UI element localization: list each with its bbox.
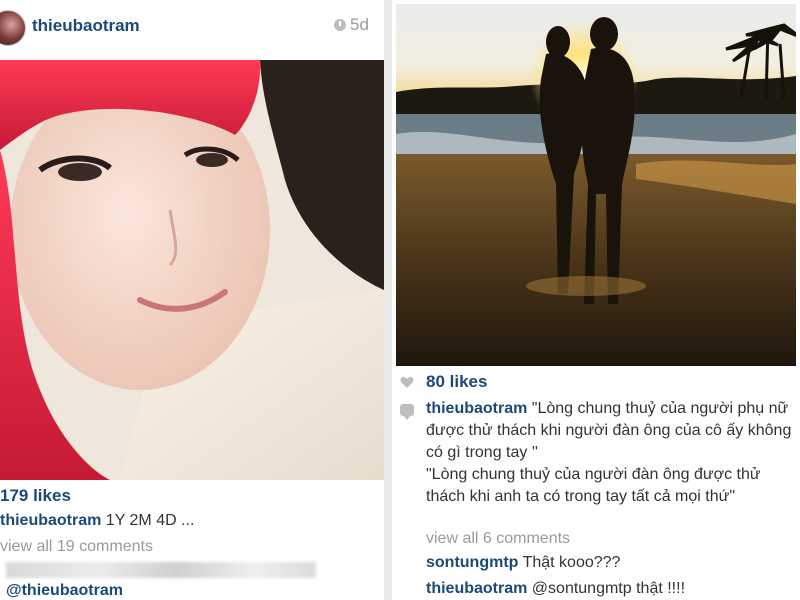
view-all-comments-link[interactable]: view all 19 comments [0, 538, 153, 556]
caption: thieubaotram "Lòng chung thuỷ của người … [426, 398, 796, 508]
avatar[interactable] [0, 10, 26, 46]
heart-icon[interactable] [400, 376, 414, 389]
comment-row: thieubaotram @sontungmtp thật !!!! [426, 580, 685, 598]
left-post-card: thieubaotram 5d 179 likes thieubaotram 1… [0, 0, 384, 600]
right-post-photo[interactable] [396, 4, 796, 366]
post-username[interactable]: thieubaotram [32, 16, 140, 36]
comment-username[interactable]: sontungmtp [426, 554, 518, 571]
comment-text: Thật kooo??? [522, 554, 621, 571]
blurred-comment [6, 562, 316, 578]
comment-username[interactable]: thieubaotram [426, 580, 527, 597]
clock-icon [334, 19, 346, 31]
caption-text-2: "Lòng chung thuỷ của người đàn ông được … [426, 466, 761, 505]
caption-line-1: thieubaotram "Lòng chung thuỷ của người … [426, 398, 796, 464]
left-post-header: thieubaotram 5d [0, 0, 384, 60]
right-post-card: 80 likes thieubaotram "Lòng chung thuỷ c… [392, 0, 800, 600]
caption-username[interactable]: thieubaotram [426, 400, 527, 417]
comment-row: sontungmtp Thật kooo??? [426, 554, 620, 572]
post-age: 5d [350, 15, 369, 34]
caption: thieubaotram 1Y 2M 4D ... [0, 512, 194, 530]
left-post-photo[interactable] [0, 60, 384, 480]
like-count[interactable]: 80 likes [426, 372, 487, 392]
like-count[interactable]: 179 likes [0, 486, 71, 506]
caption-text: 1Y 2M 4D ... [105, 512, 195, 529]
view-all-comments-link[interactable]: view all 6 comments [426, 530, 570, 548]
comment-icon[interactable] [400, 404, 414, 420]
caption-username[interactable]: thieubaotram [0, 512, 101, 529]
comment-text: @sontungmtp thật !!!! [531, 580, 686, 597]
comment-mention[interactable]: @thieubaotram [6, 582, 123, 600]
